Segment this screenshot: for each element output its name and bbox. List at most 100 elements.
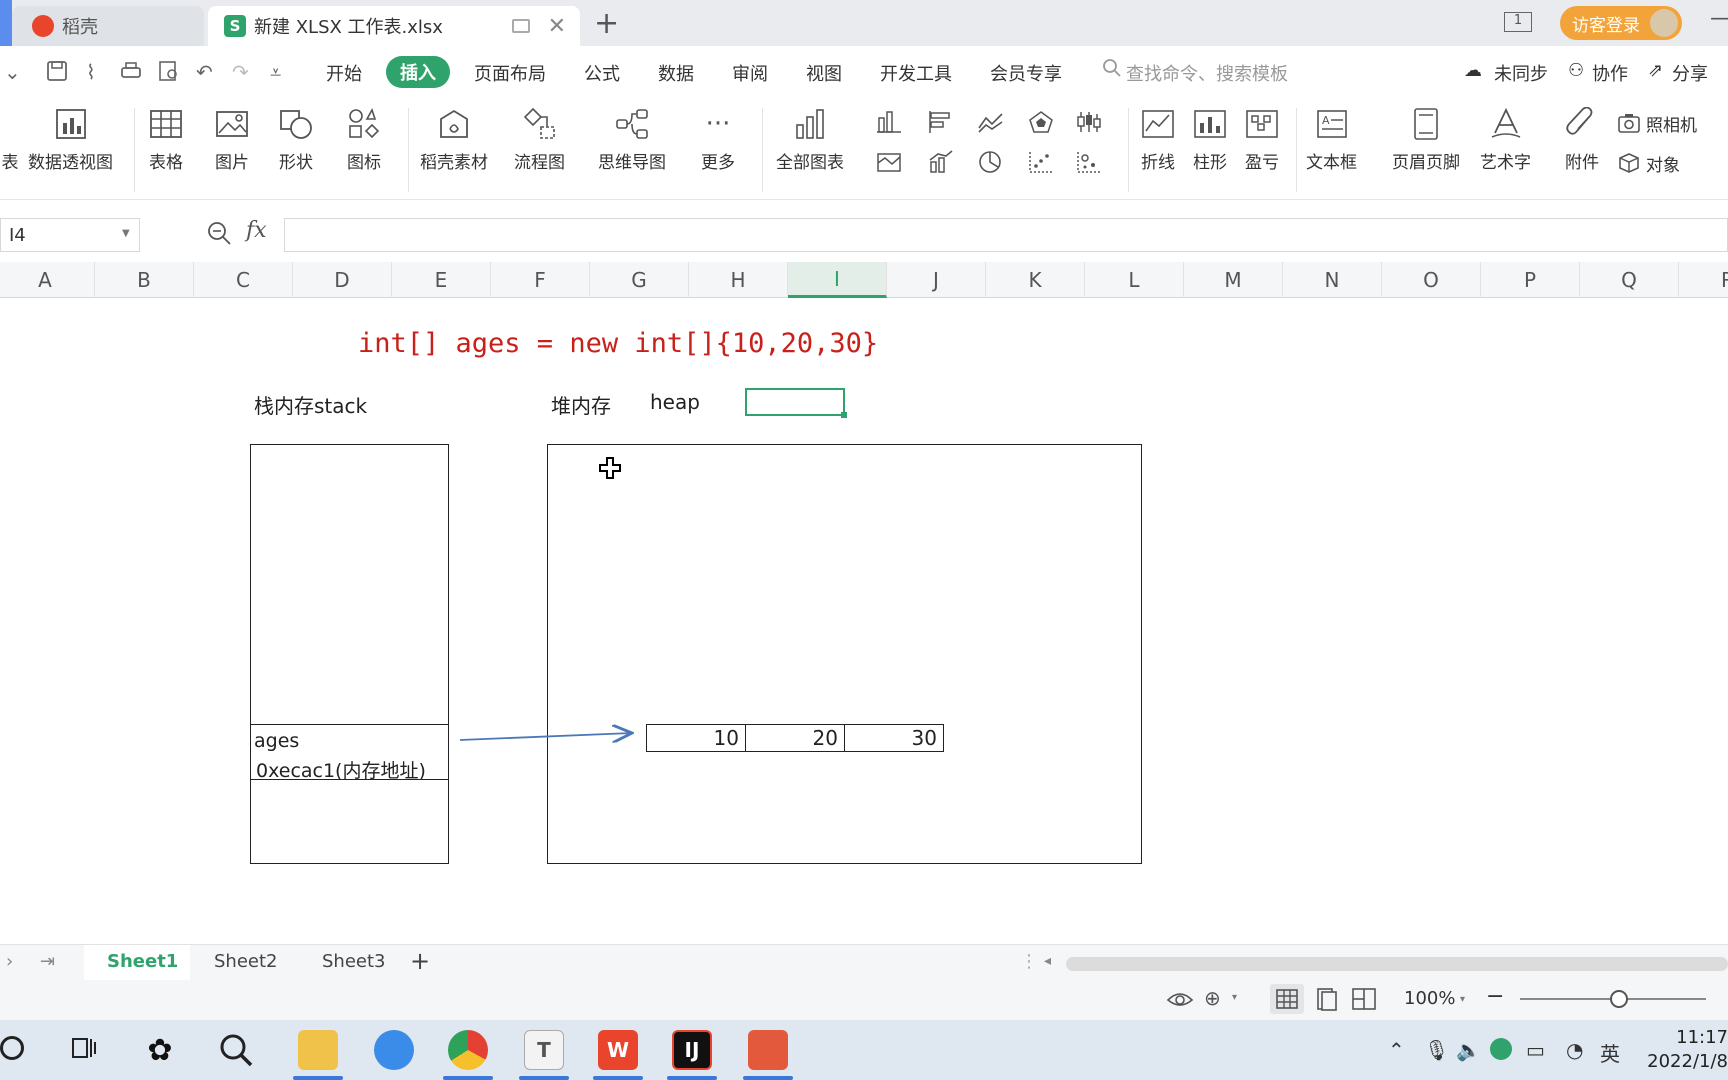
ribbon-table-cut[interactable]: 表	[0, 104, 30, 173]
combo-chart-icon[interactable]	[928, 150, 954, 174]
ribbon-pivot-chart[interactable]: 数据透视图	[28, 104, 113, 173]
volume-icon[interactable]: 🔈	[1456, 1038, 1481, 1062]
search-magnifier-app-icon[interactable]	[218, 1032, 254, 1072]
column-header-e[interactable]: E	[392, 262, 491, 298]
page-layout-view-icon[interactable]	[1312, 986, 1340, 1016]
ribbon-more[interactable]: ··· 更多	[698, 104, 738, 173]
window-count-icon[interactable]: 1	[1504, 12, 1532, 32]
unsynced-button[interactable]: 未同步	[1494, 60, 1548, 86]
guest-login-button[interactable]: 访客登录	[1560, 6, 1682, 40]
print-preview-icon[interactable]	[158, 60, 180, 87]
column-header-n[interactable]: N	[1283, 262, 1382, 298]
collapse-chevron-icon[interactable]: ⌄	[4, 60, 21, 84]
close-tab-icon[interactable]: ✕	[548, 14, 566, 39]
intellij-icon[interactable]: IJ	[672, 1030, 712, 1070]
page-break-view-icon[interactable]	[1350, 986, 1378, 1016]
wps-icon[interactable]: W	[598, 1030, 638, 1070]
formula-input[interactable]	[284, 218, 1728, 252]
pin-window-icon[interactable]	[512, 19, 530, 33]
column-chart-icon[interactable]	[876, 110, 902, 134]
column-header-a[interactable]: A	[0, 262, 95, 298]
sheet-nav-next-icon[interactable]: ›	[6, 951, 13, 972]
sheet-grid[interactable]: int[] ages = new int[]{10,20,30} 栈内存stac…	[0, 298, 1728, 944]
microphone-icon[interactable]: 🎙	[1424, 1038, 1449, 1062]
center-layout-icon[interactable]: ⊕	[1204, 986, 1221, 1010]
pinwheel-app-icon[interactable]: ✿	[140, 1030, 180, 1070]
name-box[interactable]: I4	[0, 218, 140, 252]
scroll-divider-icon[interactable]: ⋮	[1020, 951, 1038, 972]
column-header-p[interactable]: P	[1481, 262, 1580, 298]
namebox-dropdown-icon[interactable]: ▼	[122, 228, 130, 239]
format-painter-icon[interactable]: ⌇	[86, 60, 96, 84]
bar-chart-icon[interactable]	[928, 110, 954, 134]
column-header-l[interactable]: L	[1085, 262, 1184, 298]
redo-icon[interactable]: ↷	[232, 60, 249, 84]
eye-protection-icon[interactable]	[1166, 986, 1194, 1016]
zoom-in-icon[interactable]	[206, 220, 232, 250]
ribbon-sparkline-line[interactable]: 折线	[1138, 104, 1178, 173]
wifi-icon[interactable]: ◔	[1566, 1038, 1583, 1062]
menu-page-layout[interactable]: 页面布局	[474, 60, 546, 86]
status-app-icon[interactable]	[1490, 1038, 1512, 1060]
ribbon-flowchart[interactable]: 流程图	[514, 104, 565, 173]
menu-insert[interactable]: 插入	[386, 56, 450, 88]
collaborate-button[interactable]: 协作	[1592, 60, 1628, 86]
zoom-dropdown-icon[interactable]: ▾	[1460, 994, 1465, 1005]
ribbon-textbox[interactable]: A 文本框	[1306, 104, 1357, 173]
column-header-i[interactable]: I	[788, 262, 887, 298]
column-header-g[interactable]: G	[590, 262, 689, 298]
column-header-m[interactable]: M	[1184, 262, 1283, 298]
print-icon[interactable]	[120, 60, 142, 87]
ribbon-icons[interactable]: 图标	[344, 104, 384, 173]
share-button[interactable]: 分享	[1672, 60, 1708, 86]
ribbon-attachment[interactable]: 附件	[1562, 104, 1602, 173]
column-header-h[interactable]: H	[689, 262, 788, 298]
horizontal-scrollbar[interactable]	[1066, 957, 1728, 971]
column-header-o[interactable]: O	[1382, 262, 1481, 298]
save-icon[interactable]	[46, 60, 68, 87]
clock[interactable]: 11:17 2022/1/8	[1640, 1026, 1728, 1074]
slides-app-icon[interactable]	[748, 1030, 788, 1070]
menu-view[interactable]: 视图	[806, 60, 842, 86]
ribbon-all-charts[interactable]: 全部图表	[776, 104, 844, 173]
command-search-input[interactable]: 查找命令、搜索模板	[1126, 60, 1288, 86]
ribbon-table[interactable]: 表格	[146, 104, 186, 173]
scatter-chart-icon[interactable]	[1028, 150, 1054, 174]
ime-indicator[interactable]: 英	[1600, 1038, 1620, 1067]
sheet-tab-sheet2[interactable]: Sheet2	[214, 951, 278, 972]
tab-workbook[interactable]: S 新建 XLSX 工作表.xlsx ✕	[208, 6, 580, 46]
radar-chart-icon[interactable]	[1028, 110, 1054, 134]
line-chart-icon[interactable]	[978, 110, 1004, 134]
ribbon-camera[interactable]: 照相机	[1616, 110, 1697, 136]
menu-start[interactable]: 开始	[326, 60, 362, 86]
ribbon-picture[interactable]: 图片	[212, 104, 252, 173]
customize-toolbar-icon[interactable]: ⩡	[270, 60, 281, 84]
ribbon-mindmap[interactable]: 思维导图	[598, 104, 666, 173]
column-header-c[interactable]: C	[194, 262, 293, 298]
zoom-slider-knob[interactable]	[1610, 990, 1628, 1008]
fx-icon[interactable]: fx	[246, 218, 267, 243]
area-chart-icon[interactable]	[876, 150, 902, 174]
zoom-out-icon[interactable]: −	[1486, 984, 1504, 1009]
pie-chart-icon[interactable]	[978, 150, 1004, 174]
layout-dropdown-icon[interactable]: ▾	[1232, 992, 1237, 1003]
bubble-chart-icon[interactable]	[1076, 150, 1102, 174]
task-view-icon[interactable]	[70, 1034, 98, 1066]
menu-developer[interactable]: 开发工具	[880, 60, 952, 86]
sheet-tab-sheet1[interactable]: Sheet1	[107, 951, 178, 972]
zoom-level[interactable]: 100%	[1404, 988, 1455, 1009]
ribbon-daoke-material[interactable]: 稻壳素材	[420, 104, 488, 173]
sheet-nav-last-icon[interactable]: ⇥	[40, 951, 55, 972]
column-header-k[interactable]: K	[986, 262, 1085, 298]
scroll-left-icon[interactable]: ◂	[1044, 953, 1051, 969]
stock-chart-icon[interactable]	[1076, 110, 1102, 134]
tab-daoke[interactable]: 稻壳	[12, 6, 204, 46]
ribbon-wordart[interactable]: 艺术字	[1480, 104, 1531, 173]
column-header-b[interactable]: B	[95, 262, 194, 298]
column-header-j[interactable]: J	[887, 262, 986, 298]
add-sheet-button[interactable]: +	[410, 947, 430, 975]
file-explorer-icon[interactable]	[298, 1030, 338, 1070]
ribbon-sparkline-column[interactable]: 柱形	[1190, 104, 1230, 173]
column-header-f[interactable]: F	[491, 262, 590, 298]
menu-member[interactable]: 会员专享	[990, 60, 1062, 86]
